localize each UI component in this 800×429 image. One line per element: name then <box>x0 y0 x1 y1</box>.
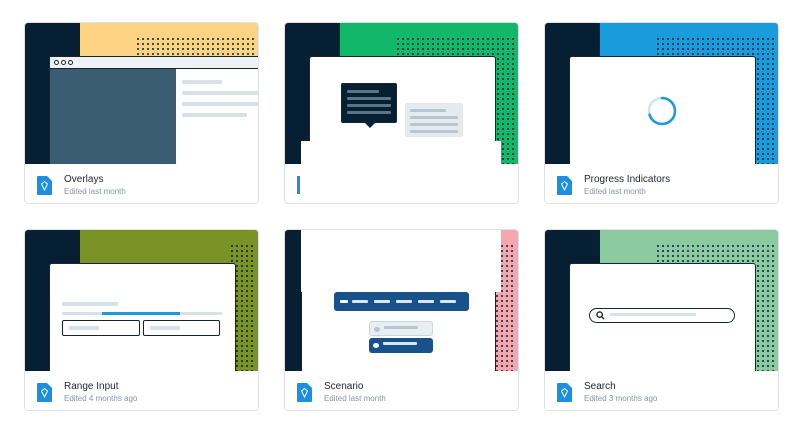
sketch-file-icon <box>557 383 572 402</box>
card-edge-accent <box>297 176 300 194</box>
tooltip-light-illustration <box>405 103 463 137</box>
search-field-illustration <box>589 308 735 323</box>
tooltip-dark-illustration <box>341 83 397 123</box>
card-edited-time: Edited last month <box>64 187 126 196</box>
file-card-tooltips[interactable] <box>284 22 519 204</box>
sketch-file-icon <box>557 176 572 195</box>
card-overlap <box>301 230 501 292</box>
file-card-search[interactable]: Search Edited 3 months ago <box>544 229 779 411</box>
file-card-range-input[interactable]: Range Input Edited 4 months ago <box>24 229 259 411</box>
sketch-file-icon <box>37 383 52 402</box>
overlay-panel <box>50 69 176 164</box>
card-thumbnail <box>545 23 778 164</box>
card-edited-time: Edited last month <box>324 394 386 403</box>
screen-illustration <box>49 263 236 371</box>
range-fill <box>102 312 180 315</box>
progress-spinner <box>647 96 677 126</box>
range-min-box <box>62 320 140 336</box>
card-meta: Progress Indicators Edited last month <box>545 164 778 203</box>
card-edited-time: Edited 3 months ago <box>584 394 658 403</box>
card-title[interactable]: Progress Indicators <box>584 174 670 185</box>
card-meta: Range Input Edited 4 months ago <box>25 371 258 410</box>
card-meta: Search Edited 3 months ago <box>545 371 778 410</box>
card-thumbnail <box>25 230 258 371</box>
card-thumbnail <box>545 230 778 371</box>
card-title[interactable]: Search <box>584 381 616 392</box>
file-card-scenario[interactable]: Scenario Edited last month <box>284 229 519 411</box>
scenario-row-dark <box>369 338 433 353</box>
card-thumbnail <box>25 23 258 164</box>
card-edited-time: Edited last month <box>584 187 646 196</box>
card-title[interactable]: Overlays <box>64 174 103 185</box>
card-edited-time: Edited 4 months ago <box>64 394 138 403</box>
card-meta: Scenario Edited last month <box>285 371 518 410</box>
range-max-box <box>143 320 220 336</box>
search-icon <box>596 311 605 320</box>
sketch-file-icon <box>297 383 312 402</box>
scenario-header-bar <box>334 292 469 311</box>
sketch-file-icon <box>37 176 52 195</box>
card-overlap <box>301 141 501 203</box>
card-meta: Overlays Edited last month <box>25 164 258 203</box>
card-title[interactable]: Scenario <box>324 381 363 392</box>
browser-toolbar <box>50 57 258 69</box>
file-card-progress-indicators[interactable]: Progress Indicators Edited last month <box>544 22 779 204</box>
browser-window-illustration <box>49 56 258 164</box>
card-title[interactable]: Range Input <box>64 381 119 392</box>
scenario-row-light <box>369 321 433 336</box>
tooltip-arrow <box>365 123 375 128</box>
file-card-overlays[interactable]: Overlays Edited last month <box>24 22 259 204</box>
